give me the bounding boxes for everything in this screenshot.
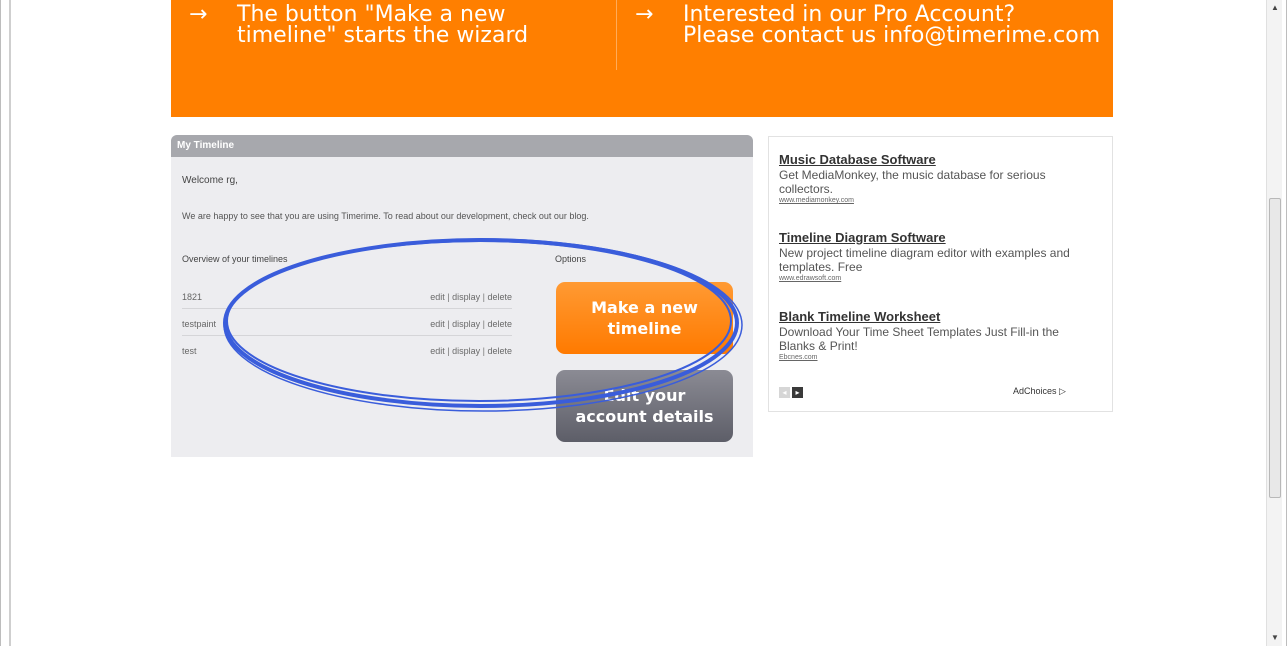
display-link[interactable]: display	[452, 292, 480, 302]
ads-box: Music Database Software Get MediaMonkey,…	[768, 136, 1113, 412]
edit-link[interactable]: edit	[430, 292, 445, 302]
separator: |	[482, 292, 485, 302]
timeline-name[interactable]: 1821	[182, 285, 202, 309]
scroll-up-icon[interactable]: ▲	[1267, 0, 1283, 16]
browser-viewport: → The button "Make a new timeline" start…	[0, 0, 1287, 646]
make-new-timeline-line1: Make a new	[591, 298, 698, 317]
delete-link[interactable]: delete	[487, 346, 512, 356]
timeline-row: 1821 edit | display | delete	[182, 285, 512, 309]
make-new-timeline-button[interactable]: Make a new timeline	[556, 282, 733, 354]
ad-next-icon[interactable]: ▸	[792, 387, 803, 398]
ad-url[interactable]: Ebcnes.com	[779, 353, 1079, 363]
promo-banner: → The button "Make a new timeline" start…	[171, 0, 1113, 117]
ad-body: Download Your Time Sheet Templates Just …	[779, 325, 1059, 353]
separator: |	[482, 346, 485, 356]
ad-item: Blank Timeline Worksheet Download Your T…	[779, 309, 1079, 363]
banner-wizard-text: The button "Make a new timeline" starts …	[237, 2, 529, 48]
arrow-right-icon: →	[189, 2, 208, 27]
separator: |	[447, 319, 450, 329]
ad-body: New project timeline diagram editor with…	[779, 246, 1070, 274]
my-timeline-panel: My Timeline Welcome rg, We are happy to …	[171, 135, 753, 457]
make-new-timeline-line2: timeline	[607, 319, 682, 338]
window-edge	[9, 0, 11, 646]
timeline-row: test edit | display | delete	[182, 339, 512, 363]
scroll-down-icon[interactable]: ▼	[1267, 630, 1283, 646]
separator: |	[447, 292, 450, 302]
timeline-name[interactable]: testpaint	[182, 312, 216, 336]
edit-account-button[interactable]: Edit your account details	[556, 370, 733, 442]
delete-link[interactable]: delete	[487, 319, 512, 329]
timeline-actions: edit | display | delete	[430, 285, 512, 309]
banner-wizard-tip: → The button "Make a new timeline" start…	[189, 4, 589, 64]
vertical-scrollbar[interactable]: ▲ ▼	[1266, 0, 1282, 646]
banner-pro-account-text: Interested in our Pro Account? Please co…	[683, 2, 1100, 47]
edit-account-line1: Edit your	[603, 386, 686, 405]
ad-prev-icon[interactable]: ◂	[779, 387, 790, 398]
banner-wizard-line2: timeline" starts the wizard	[237, 23, 529, 48]
welcome-text: Welcome rg,	[182, 175, 238, 186]
ad-item: Timeline Diagram Software New project ti…	[779, 230, 1079, 284]
edit-link[interactable]: edit	[430, 319, 445, 329]
display-link[interactable]: display	[452, 346, 480, 356]
separator: |	[447, 346, 450, 356]
ad-url[interactable]: www.mediamonkey.com	[779, 196, 1079, 206]
banner-pro-line2[interactable]: Please contact us info@timerime.com	[683, 25, 1100, 47]
ad-item: Music Database Software Get MediaMonkey,…	[779, 152, 1079, 206]
overview-label: Overview of your timelines	[182, 254, 288, 264]
scroll-thumb[interactable]	[1269, 198, 1281, 498]
banner-pro-line1: Interested in our Pro Account?	[683, 2, 1016, 27]
panel-title: My Timeline	[171, 135, 753, 157]
ad-body: Get MediaMonkey, the music database for …	[779, 168, 1046, 196]
edit-link[interactable]: edit	[430, 346, 445, 356]
intro-text: We are happy to see that you are using T…	[182, 211, 589, 221]
delete-link[interactable]: delete	[487, 292, 512, 302]
display-link[interactable]: display	[452, 319, 480, 329]
options-label: Options	[555, 254, 587, 264]
ad-url[interactable]: www.edrawsoft.com	[779, 274, 1079, 284]
arrow-right-icon: →	[635, 2, 654, 27]
edit-account-line2: account details	[575, 407, 714, 426]
adchoices-link[interactable]: AdChoices ▷	[1013, 386, 1066, 397]
ad-title[interactable]: Blank Timeline Worksheet	[779, 309, 1079, 325]
timeline-actions: edit | display | delete	[430, 339, 512, 363]
ad-title[interactable]: Music Database Software	[779, 152, 1079, 168]
ad-title[interactable]: Timeline Diagram Software	[779, 230, 1079, 246]
timeline-actions: edit | display | delete	[430, 312, 512, 336]
banner-divider	[616, 0, 617, 70]
separator: |	[482, 319, 485, 329]
banner-wizard-line1: The button "Make a new	[237, 2, 506, 27]
banner-pro-account-tip: → Interested in our Pro Account? Please …	[635, 4, 1105, 64]
timeline-row: testpaint edit | display | delete	[182, 312, 512, 336]
timeline-name[interactable]: test	[182, 339, 197, 363]
